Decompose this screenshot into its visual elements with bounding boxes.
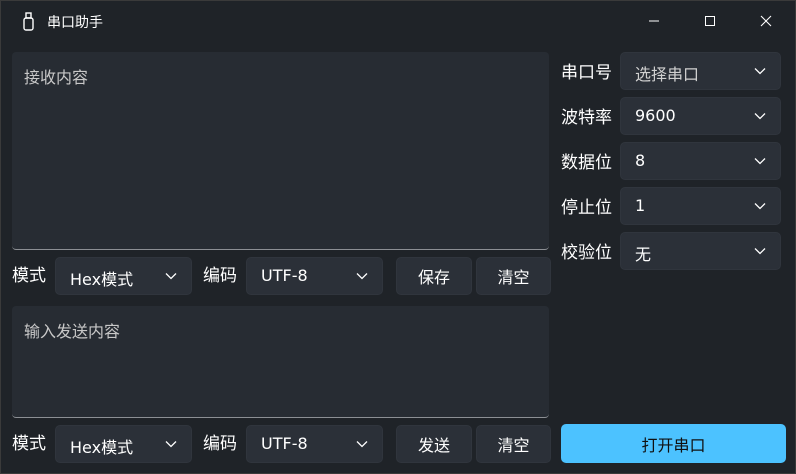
databits-value: 8: [635, 151, 646, 170]
chevron-down-icon: [165, 273, 177, 280]
receive-placeholder: 接收内容: [24, 68, 89, 87]
receive-encoding-value: UTF-8: [261, 266, 308, 285]
chevron-down-icon: [356, 441, 368, 448]
receive-encoding-label: 编码: [203, 266, 237, 286]
close-icon: [760, 15, 772, 27]
clear-send-button[interactable]: 清空: [476, 425, 551, 463]
port-label: 串口号: [561, 63, 612, 83]
receive-encoding-select[interactable]: UTF-8: [246, 257, 383, 295]
receive-mode-label: 模式: [12, 266, 46, 286]
clear-receive-button[interactable]: 清空: [476, 257, 551, 295]
window-title: 串口助手: [47, 15, 103, 31]
chevron-down-icon: [754, 113, 766, 120]
chevron-down-icon: [356, 273, 368, 280]
baud-value: 9600: [635, 106, 676, 125]
receive-mode-value: Hex模式: [70, 270, 134, 289]
send-button[interactable]: 发送: [396, 425, 472, 463]
port-value: 选择串口: [635, 65, 700, 84]
parity-value: 无: [635, 245, 652, 264]
chevron-down-icon: [165, 441, 177, 448]
parity-label: 校验位: [561, 243, 612, 263]
databits-label: 数据位: [561, 153, 612, 173]
usb-icon: [19, 11, 39, 31]
send-mode-label: 模式: [12, 434, 46, 454]
stopbits-value: 1: [635, 196, 646, 215]
receive-textarea[interactable]: 接收内容: [12, 52, 549, 250]
send-placeholder: 输入发送内容: [24, 322, 121, 341]
send-textarea[interactable]: 输入发送内容: [12, 306, 549, 418]
chevron-down-icon: [754, 68, 766, 75]
save-button[interactable]: 保存: [396, 257, 472, 295]
send-mode-select[interactable]: Hex模式: [55, 425, 192, 463]
send-encoding-value: UTF-8: [261, 434, 308, 453]
send-encoding-select[interactable]: UTF-8: [246, 425, 383, 463]
baud-label: 波特率: [561, 108, 612, 128]
maximize-icon: [705, 16, 715, 26]
port-select[interactable]: 选择串口: [620, 52, 781, 90]
databits-select[interactable]: 8: [620, 142, 781, 180]
stopbits-select[interactable]: 1: [620, 187, 781, 225]
minimize-button[interactable]: [631, 1, 677, 41]
app-window: 串口助手 接收内容 模式 Hex模式 编码 UTF-8 保存 清空 输入发送内容…: [0, 0, 796, 474]
parity-select[interactable]: 无: [620, 232, 781, 270]
chevron-down-icon: [754, 248, 766, 255]
send-mode-value: Hex模式: [70, 438, 134, 457]
maximize-button[interactable]: [687, 1, 733, 41]
minimize-icon: [649, 20, 659, 22]
close-button[interactable]: [743, 1, 789, 41]
title-bar[interactable]: 串口助手: [1, 1, 795, 41]
chevron-down-icon: [754, 203, 766, 210]
open-port-button[interactable]: 打开串口: [561, 424, 786, 463]
receive-mode-select[interactable]: Hex模式: [55, 257, 192, 295]
chevron-down-icon: [754, 158, 766, 165]
stopbits-label: 停止位: [561, 198, 612, 218]
send-encoding-label: 编码: [203, 434, 237, 454]
baud-select[interactable]: 9600: [620, 97, 781, 135]
